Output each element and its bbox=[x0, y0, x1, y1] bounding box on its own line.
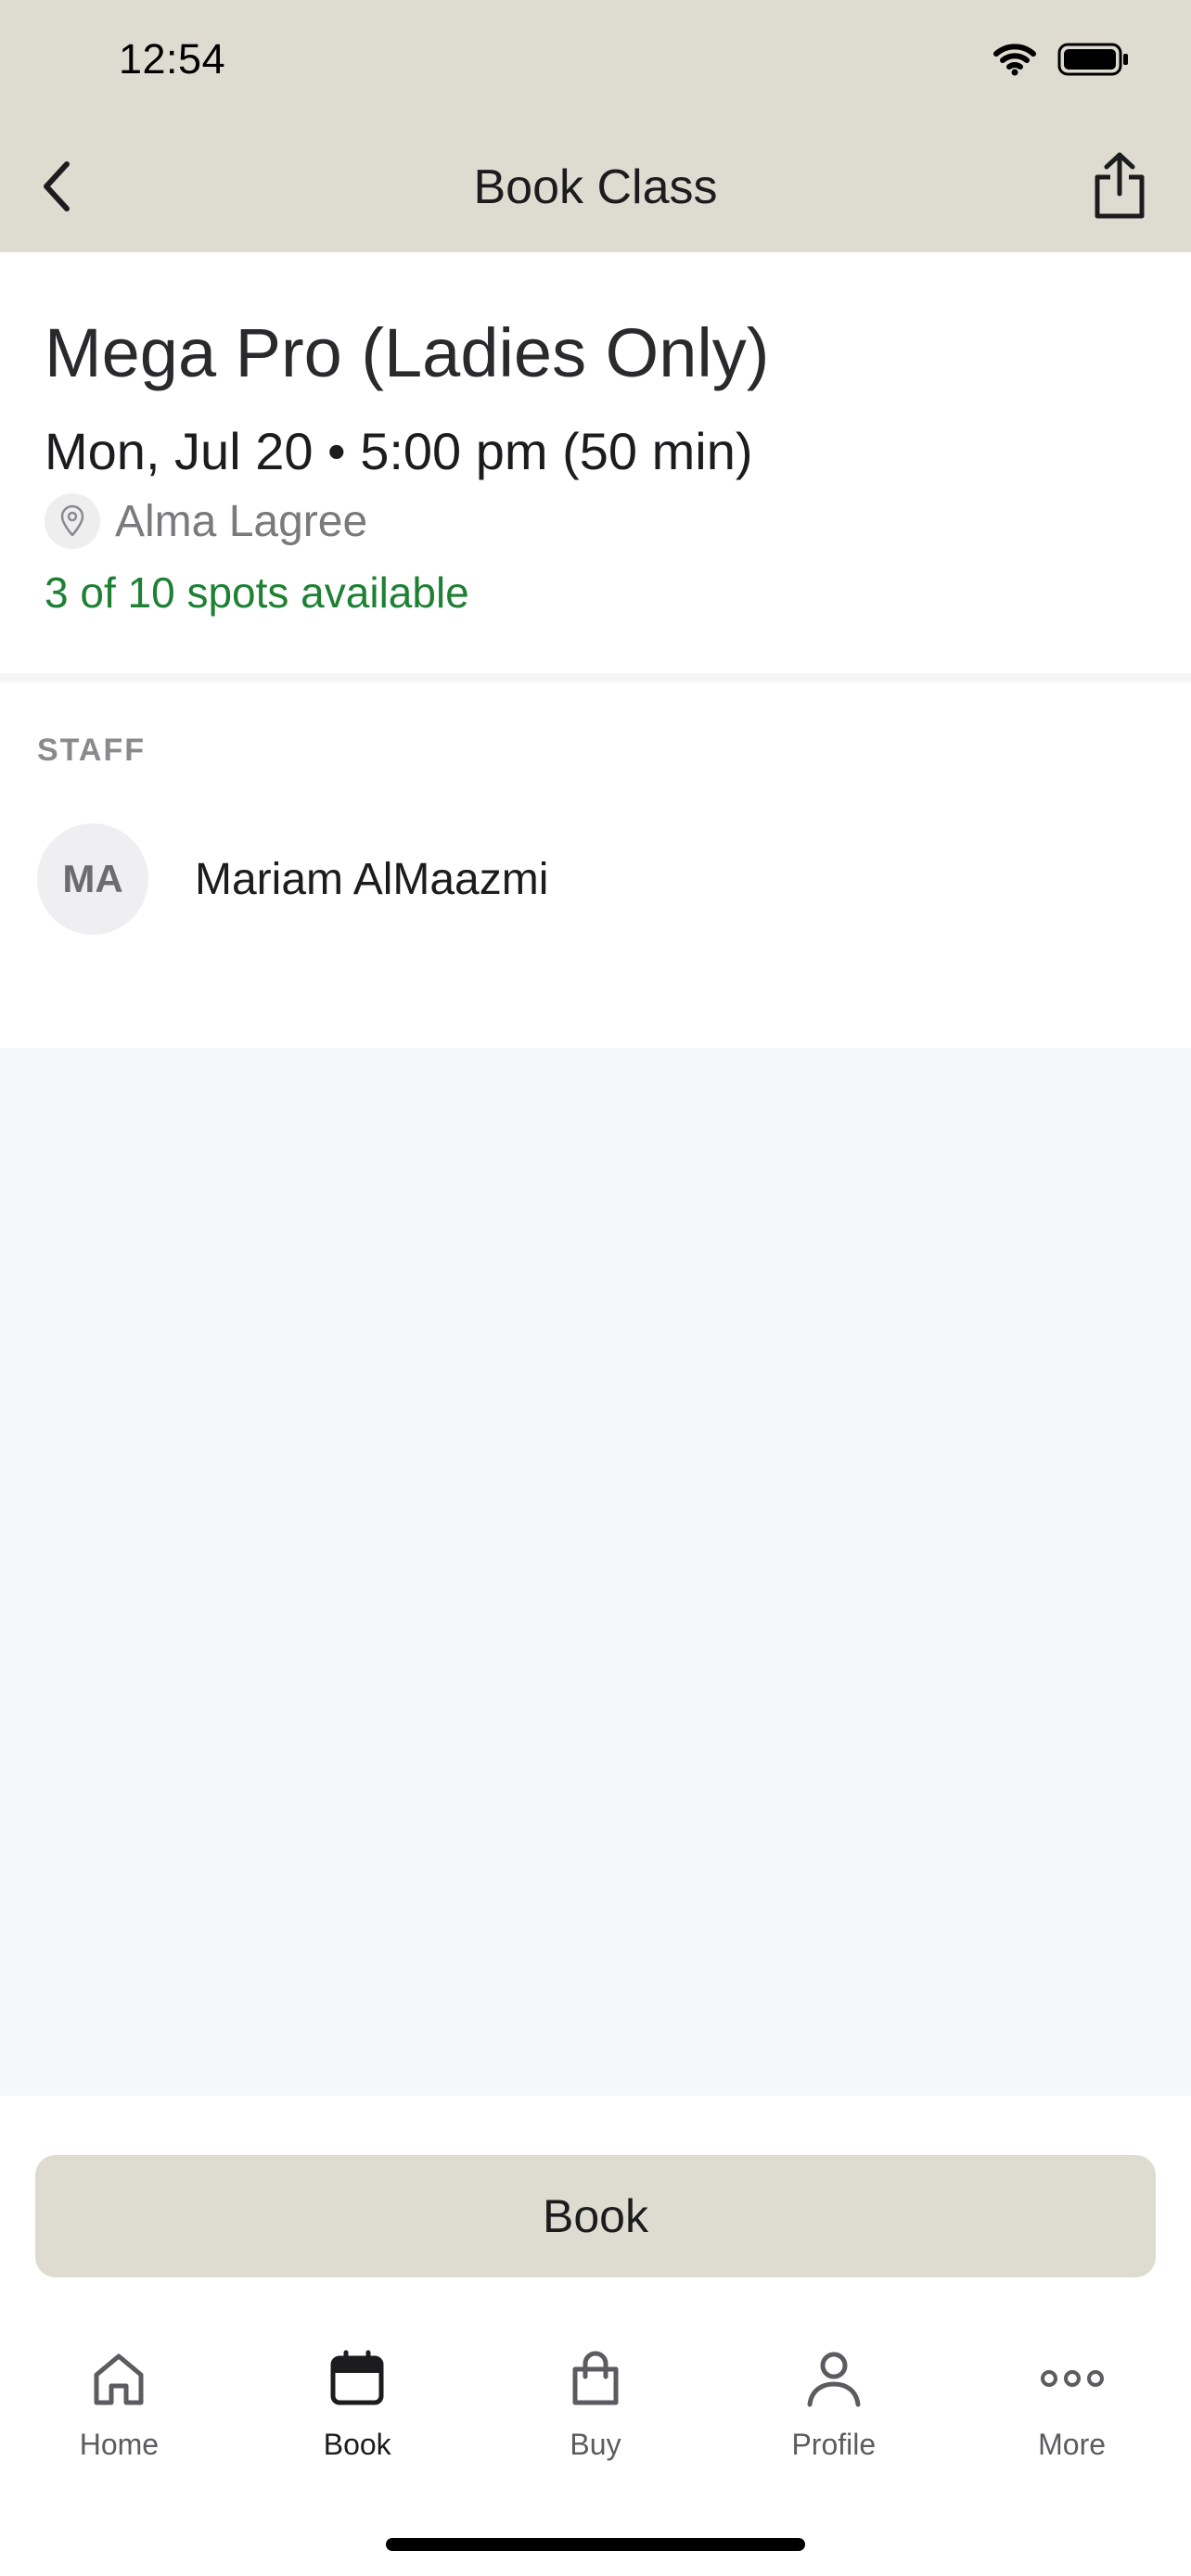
battery-icon bbox=[1057, 43, 1128, 76]
spots-available: 3 of 10 spots available bbox=[45, 568, 469, 617]
book-class-screen: 12:54 Book Class Mega Pro (Ladies Only) … bbox=[0, 0, 1191, 2576]
share-icon bbox=[1095, 152, 1145, 219]
class-name: Mega Pro (Ladies Only) bbox=[45, 314, 770, 391]
class-location: Alma Lagree bbox=[45, 493, 367, 549]
tab-book[interactable]: Book bbox=[238, 2337, 477, 2485]
section-divider bbox=[0, 673, 1191, 682]
location-pin-icon bbox=[45, 493, 100, 549]
tab-more[interactable]: More bbox=[953, 2337, 1191, 2485]
tab-label: More bbox=[1038, 2428, 1107, 2461]
tab-label: Buy bbox=[570, 2428, 621, 2461]
status-time: 12:54 bbox=[119, 35, 226, 83]
staff-name: Mariam AlMaazmi bbox=[195, 854, 549, 904]
class-info: Mega Pro (Ladies Only) Mon, Jul 20 • 5:0… bbox=[0, 252, 1191, 673]
tab-home[interactable]: Home bbox=[0, 2337, 238, 2485]
location-name: Alma Lagree bbox=[115, 496, 368, 546]
wifi-icon bbox=[993, 44, 1036, 76]
tab-label: Book bbox=[323, 2428, 391, 2461]
tab-buy[interactable]: Buy bbox=[477, 2337, 715, 2485]
share-button[interactable] bbox=[1085, 148, 1154, 223]
person-icon bbox=[807, 2352, 861, 2407]
tab-bar: Home Book Buy Profile More bbox=[0, 2337, 1191, 2485]
status-icons bbox=[992, 43, 1130, 76]
class-datetime: Mon, Jul 20 • 5:00 pm (50 min) bbox=[45, 422, 753, 480]
home-indicator[interactable] bbox=[386, 2538, 805, 2551]
avatar: MA bbox=[37, 823, 148, 935]
more-dots-icon bbox=[1040, 2370, 1104, 2387]
tab-label: Profile bbox=[791, 2428, 877, 2461]
header: 12:54 Book Class bbox=[0, 0, 1191, 252]
shopping-bag-icon bbox=[572, 2351, 619, 2405]
staff-label: STAFF bbox=[37, 733, 147, 768]
calendar-icon bbox=[330, 2350, 384, 2405]
page-title: Book Class bbox=[473, 160, 718, 214]
tab-profile[interactable]: Profile bbox=[714, 2337, 953, 2485]
content-background bbox=[0, 1048, 1191, 2096]
staff-section: STAFF MA Mariam AlMaazmi bbox=[0, 682, 1191, 1048]
staff-member[interactable]: MA Mariam AlMaazmi bbox=[37, 823, 548, 935]
tab-label: Home bbox=[79, 2428, 160, 2461]
home-icon bbox=[94, 2353, 144, 2405]
book-button[interactable]: Book bbox=[35, 2155, 1156, 2277]
